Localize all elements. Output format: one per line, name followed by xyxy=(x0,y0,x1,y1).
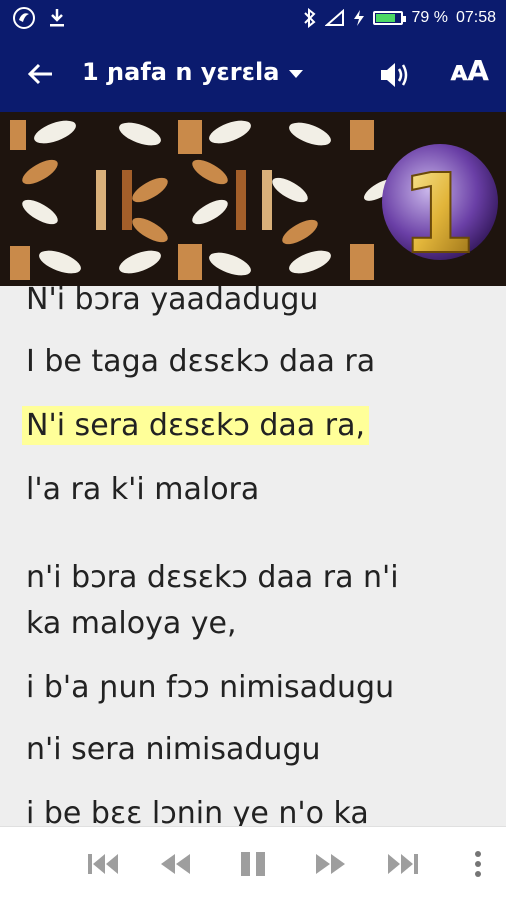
download-icon xyxy=(50,9,64,27)
player-controls xyxy=(0,826,506,901)
lyric-line: i be bɛɛ lɔnin ye n'o ka xyxy=(26,796,369,826)
song-title: 1 ɲafa n yɛrɛla xyxy=(82,58,280,86)
overflow-menu-icon[interactable] xyxy=(472,847,484,881)
status-bar: 79 % 07:58 xyxy=(0,0,506,36)
back-arrow-icon[interactable] xyxy=(22,56,58,92)
font-size-button[interactable]: ᴀA xyxy=(450,54,489,87)
battery-percent: 79 % xyxy=(411,9,448,26)
lyric-line: I be taga dɛsɛkɔ daa ra xyxy=(26,344,376,379)
volume-icon[interactable] xyxy=(377,58,411,92)
lyric-line: n'i bɔra dɛsɛkɔ daa ra n'i xyxy=(26,560,399,595)
lyric-line: n'i sera nimisadugu xyxy=(26,732,321,767)
clock: 07:58 xyxy=(455,9,496,26)
current-lyric-highlight: N'i sera dɛsɛkɔ daa ra, xyxy=(22,406,369,445)
lyrics-panel[interactable]: N'i bɔra yaadadugu I be taga dɛsɛkɔ daa … xyxy=(0,286,506,826)
mudcloth-pattern-image: 1 xyxy=(0,112,506,286)
lyric-line: ka maloya ye, xyxy=(26,606,237,641)
app-notification-icon xyxy=(13,7,35,29)
track-number: 1 xyxy=(400,150,477,278)
battery-icon xyxy=(373,11,407,25)
battery-level xyxy=(376,14,396,22)
fast-forward-icon[interactable] xyxy=(310,847,350,881)
lyric-line-current: N'i sera dɛsɛkɔ daa ra, xyxy=(22,404,369,448)
song-title-dropdown[interactable]: 1 ɲafa n yɛrɛla xyxy=(82,58,304,86)
chevron-down-icon xyxy=(289,70,304,78)
signal-icon xyxy=(325,9,345,26)
rewind-icon[interactable] xyxy=(156,847,196,881)
pause-icon[interactable] xyxy=(233,847,273,881)
app-bar: 1 ɲafa n yɛrɛla ᴀA xyxy=(0,36,506,112)
charging-icon xyxy=(354,10,365,26)
skip-next-icon[interactable] xyxy=(382,847,422,881)
song-banner: 1 xyxy=(0,112,506,286)
bluetooth-icon xyxy=(304,8,316,28)
lyric-line: i b'a ɲun fɔɔ nimisadugu xyxy=(26,670,395,705)
skip-previous-icon[interactable] xyxy=(84,847,124,881)
lyric-line: N'i bɔra yaadadugu xyxy=(26,286,319,317)
lyric-line: l'a ra k'i malora xyxy=(26,472,260,507)
